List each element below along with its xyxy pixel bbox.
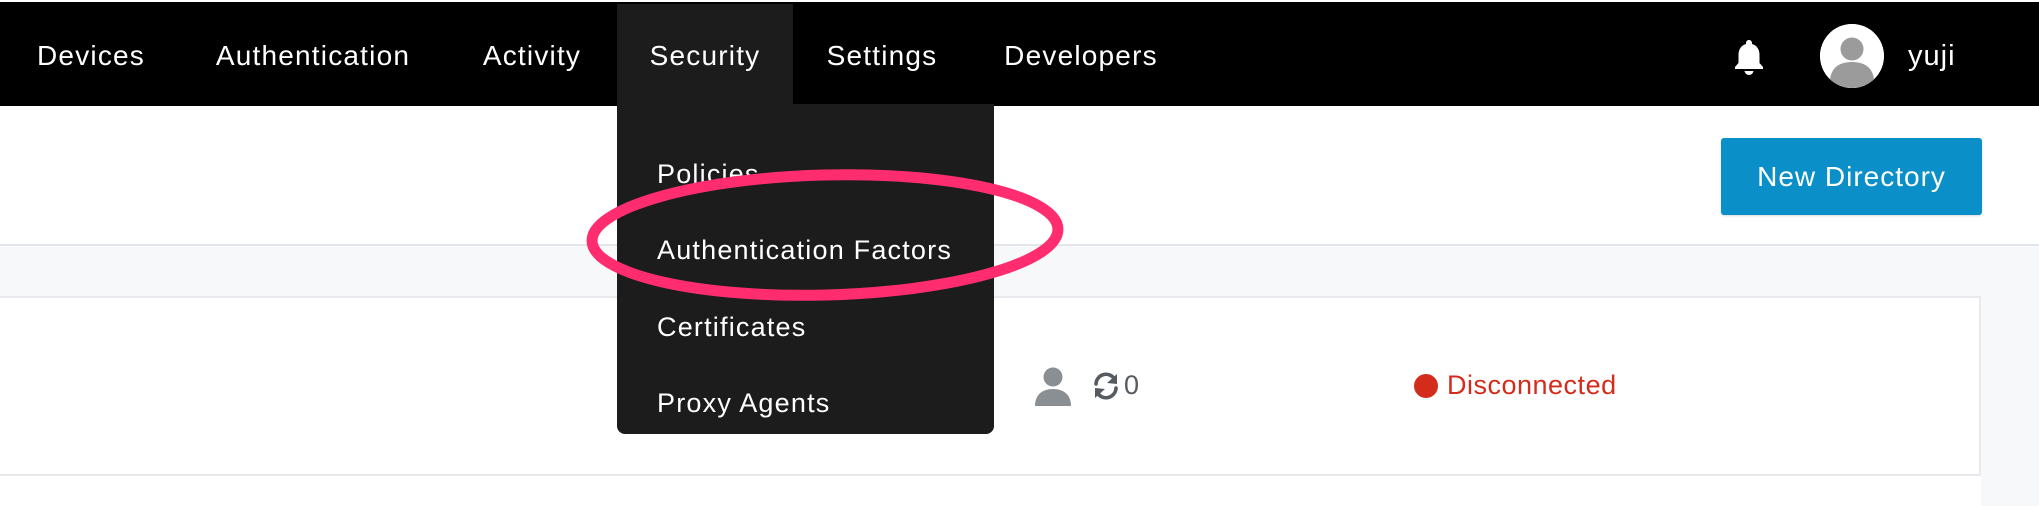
new-directory-button[interactable]: New Directory [1721,138,1982,215]
menu-item-policies[interactable]: Policies [657,154,760,194]
sync-icon[interactable] [1092,372,1120,400]
menu-item-proxy-agents[interactable]: Proxy Agents [657,383,831,423]
user-avatar-icon[interactable] [1820,24,1884,88]
status-indicator-dot [1414,374,1438,398]
nav-item-developers[interactable]: Developers [978,4,1184,108]
sync-count: 0 [1124,370,1140,400]
menu-item-authentication-factors[interactable]: Authentication Factors [657,230,952,270]
nav-item-security[interactable]: Security [617,4,793,108]
top-navigation-bar: Devices Authentication Activity Security… [0,0,2039,108]
bell-icon[interactable] [1732,38,1766,76]
nav-item-settings[interactable]: Settings [806,4,958,108]
directory-card-next-row [0,474,1981,506]
nav-item-authentication[interactable]: Authentication [188,4,438,108]
nav-item-activity[interactable]: Activity [456,4,608,108]
username-label[interactable]: yuji [1908,38,1956,74]
connection-status: Disconnected [1447,370,1617,400]
user-icon [1034,366,1072,406]
security-dropdown-menu: Policies Authentication Factors Certific… [617,104,994,434]
nav-item-devices[interactable]: Devices [14,4,168,108]
menu-item-certificates[interactable]: Certificates [657,307,806,347]
